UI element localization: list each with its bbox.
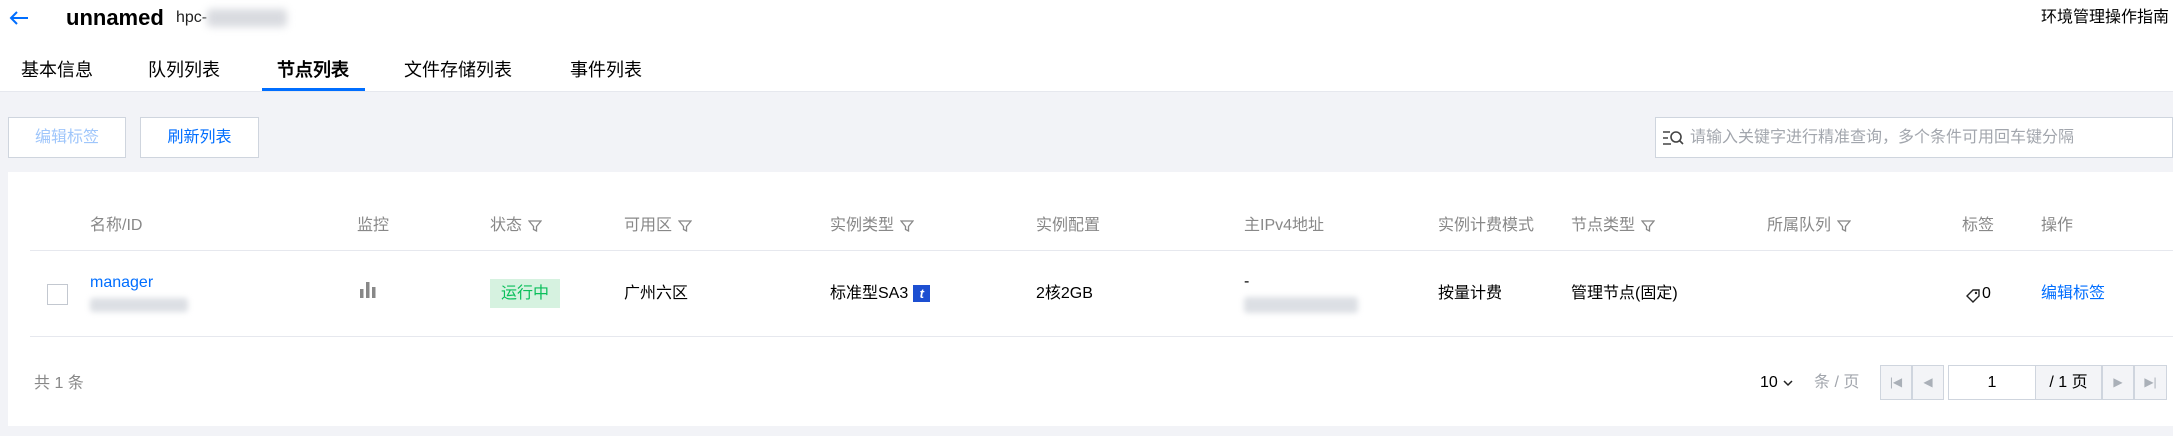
column-header-config: 实例配置 [1036,217,1101,234]
instance-type-cell: 标准型SA3 t [830,282,931,306]
column-header-instance-type-label: 实例类型 [830,217,895,234]
redacted-ipv4 [1244,297,1358,313]
filter-icon[interactable] [678,219,693,233]
total-count: 共 1 条 [34,375,84,392]
node-type-cell: 管理节点(固定) [1571,285,1678,302]
page-size-select[interactable]: 10 [1760,371,1794,395]
column-header-status[interactable]: 状态 [490,214,543,238]
instance-type-badge-icon: t [913,285,931,303]
column-header-status-label: 状态 [490,217,523,234]
tab-basic-info[interactable]: 基本信息 [21,56,93,92]
column-header-name-id: 名称/ID [90,217,143,234]
tab-queue-list[interactable]: 队列列表 [148,56,220,92]
column-header-node-type[interactable]: 节点类型 [1571,214,1656,238]
page-size-value: 10 [1760,374,1778,391]
prev-page-icon[interactable]: ◀ [1912,365,1944,400]
page-title: unnamed [66,5,164,30]
column-header-queue-label: 所属队列 [1767,217,1832,234]
search-box [1655,117,2173,158]
tab-file-storage-list[interactable]: 文件存储列表 [404,56,512,92]
chevron-down-icon [1783,380,1793,386]
tag-count: 0 [1982,285,1991,302]
column-header-instance-type[interactable]: 实例类型 [830,214,915,238]
column-header-zone[interactable]: 可用区 [624,214,693,238]
redacted-cluster-id [207,9,287,27]
monitor-bar-chart-icon[interactable] [358,279,378,299]
column-header-ipv4: 主IPv4地址 [1244,217,1325,234]
column-header-node-type-label: 节点类型 [1571,217,1636,234]
column-header-actions: 操作 [2041,217,2074,234]
zone-cell: 广州六区 [624,285,689,302]
guide-link[interactable]: 环境管理操作指南 [2041,6,2169,30]
search-icon [1662,128,1684,148]
filter-icon[interactable] [528,219,543,233]
search-input[interactable] [1690,118,2170,157]
last-page-icon[interactable]: ▶| [2134,365,2167,400]
column-header-monitor: 监控 [357,217,390,234]
first-page-icon[interactable]: |◀ [1880,365,1912,400]
tab-event-list[interactable]: 事件列表 [570,56,642,92]
node-table-panel: 名称/ID 监控 状态 可用区 实例类型 实例配置 主IPv4地址 实例计费模式… [8,172,2173,426]
page-size-unit: 条 / 页 [1814,374,1860,391]
config-cell: 2核2GB [1036,285,1093,302]
filter-icon[interactable] [900,219,915,233]
instance-type-text: 标准型SA3 [830,285,909,302]
redacted-instance-id [90,298,188,312]
row-checkbox[interactable] [47,284,68,305]
column-header-billing: 实例计费模式 [1438,217,1535,234]
edit-tag-action-link[interactable]: 编辑标签 [2041,282,2105,306]
total-pages: / 1 页 [2036,365,2102,400]
ipv4-cell: - [1244,273,1250,290]
page-number-input[interactable]: 1 [1948,365,2036,400]
filter-icon[interactable] [1641,219,1656,233]
refresh-list-button[interactable]: 刷新列表 [140,117,259,158]
page-subtitle: hpc- [176,9,208,26]
active-tab-indicator [262,88,365,91]
column-header-queue[interactable]: 所属队列 [1767,214,1852,238]
row-divider [30,336,2173,337]
back-arrow-icon[interactable] [8,4,30,32]
edit-tags-button[interactable]: 编辑标签 [8,117,126,158]
status-badge: 运行中 [490,279,560,308]
column-header-tags: 标签 [1962,217,1995,234]
page-header: unnamed hpc- 环境管理操作指南 基本信息 队列列表 节点列表 文件存… [0,0,2173,92]
billing-cell: 按量计费 [1438,285,1503,302]
header-divider [30,250,2173,251]
tag-icon [1965,288,1981,304]
filter-icon[interactable] [1837,219,1852,233]
node-name-link[interactable]: manager [90,271,153,295]
next-page-icon[interactable]: ▶ [2102,365,2134,400]
column-header-zone-label: 可用区 [624,217,673,234]
tab-node-list[interactable]: 节点列表 [277,56,349,92]
